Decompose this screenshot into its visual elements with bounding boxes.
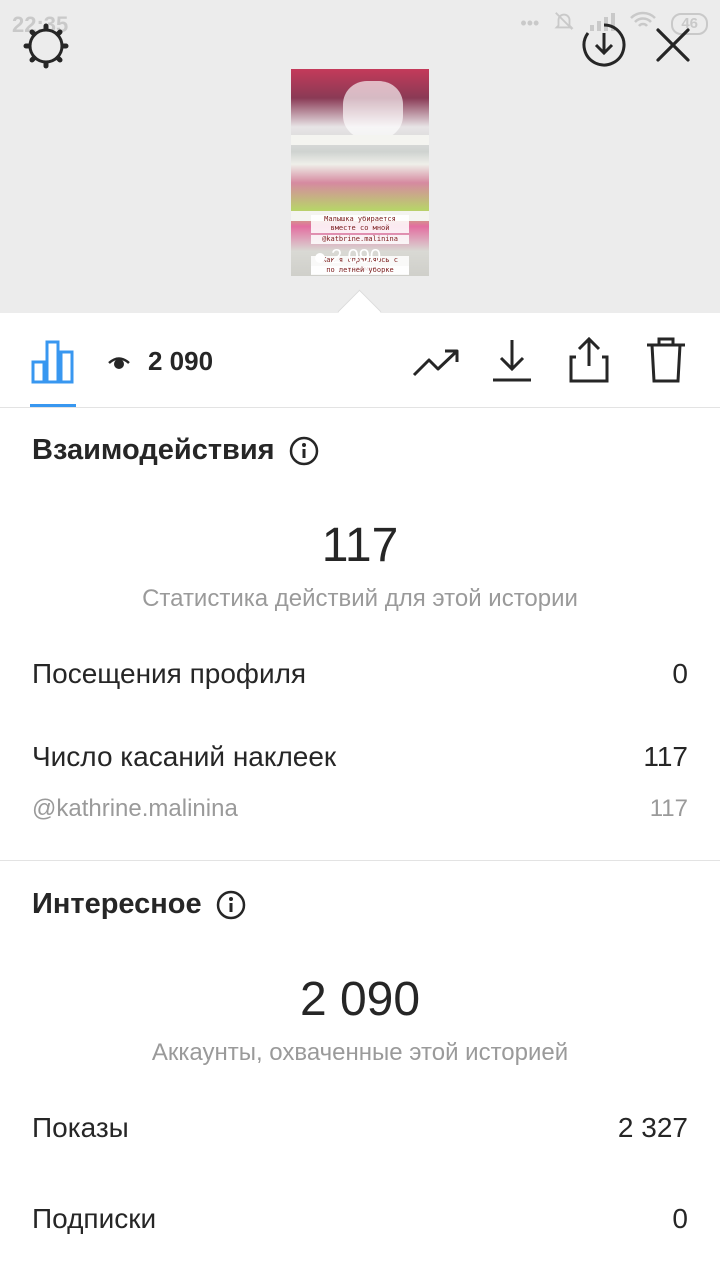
insights-toolbar: 2 090 — [0, 313, 720, 408]
info-icon[interactable] — [216, 890, 246, 920]
story-caption-line1: Малышка убирается — [311, 215, 409, 224]
interactions-caption: Статистика действий для этой истории — [142, 585, 578, 612]
trash-icon[interactable] — [643, 335, 689, 385]
download-icon[interactable] — [490, 337, 534, 383]
share-icon[interactable] — [566, 335, 612, 385]
active-tab-indicator — [30, 404, 76, 407]
stat-row-profile-visits: Посещения профиля 0 — [32, 658, 688, 689]
views-count: 2 090 — [148, 346, 214, 376]
views-counter[interactable]: 2 090 — [108, 346, 213, 377]
stat-subrow-mention: @kathrine.malinina 117 — [32, 795, 688, 822]
story-caption-handle[interactable]: @katbrine.malinina — [311, 235, 409, 244]
stat-row-impressions: Показы 2 327 — [32, 1112, 688, 1143]
story-thumbnail[interactable]: Малышка убирается вместе со мной @katbri… — [291, 69, 429, 276]
trend-icon[interactable] — [411, 343, 461, 383]
more-dots-icon: ••• — [520, 13, 540, 33]
bar-chart-icon[interactable] — [30, 337, 76, 385]
eye-icon — [108, 356, 130, 369]
info-icon[interactable] — [289, 436, 319, 466]
interactions-total: 117 — [321, 519, 399, 572]
discovery-section-title: Интересное — [32, 888, 246, 921]
story-caption-line2: вместе со мной — [311, 224, 409, 233]
bell-off-icon — [553, 10, 575, 37]
discovery-caption: Аккаунты, охваченные этой историей — [151, 1039, 569, 1066]
story-views-overlay: 2 090 — [313, 246, 381, 269]
story-preview-area: 22:35 ••• 46 Малышка убирается вместе со… — [0, 0, 720, 313]
stat-row-follows: Подписки 0 — [32, 1203, 688, 1234]
section-divider — [0, 860, 720, 861]
stat-row-sticker-taps: Число касаний наклеек 117 — [32, 741, 688, 772]
discovery-total: 2 090 — [299, 973, 421, 1026]
interactions-section-title: Взаимодействия — [32, 434, 319, 467]
close-icon[interactable] — [652, 24, 694, 66]
eye-icon — [315, 252, 325, 263]
settings-gear-icon[interactable] — [22, 22, 70, 70]
download-circle-icon[interactable] — [581, 22, 627, 68]
